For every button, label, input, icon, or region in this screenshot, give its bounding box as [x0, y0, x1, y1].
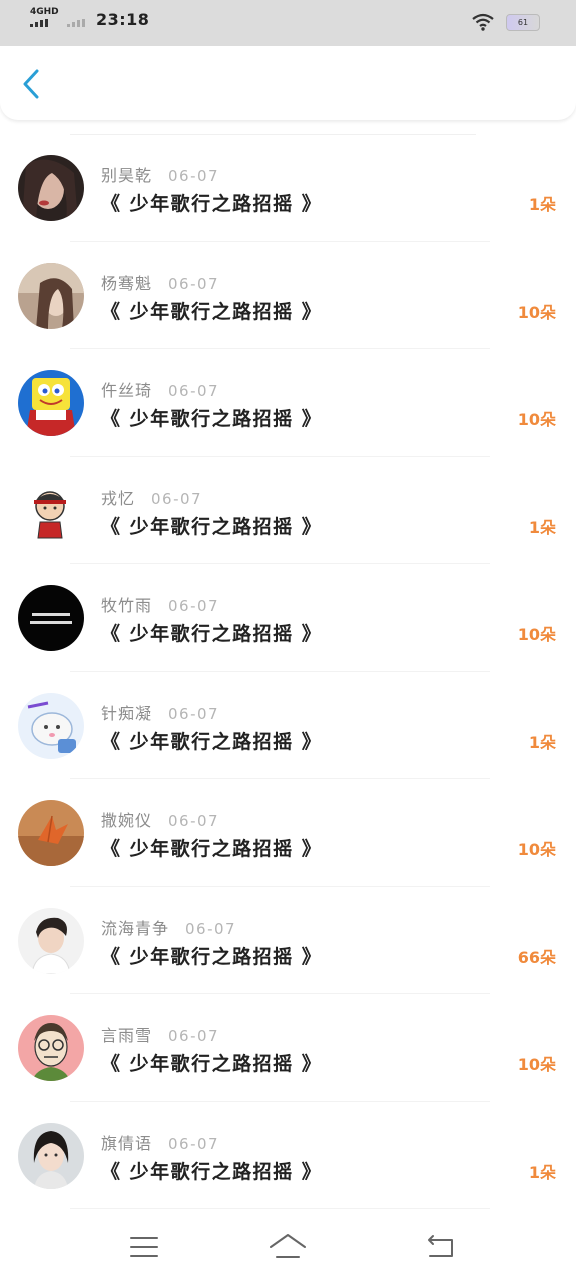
user-name: 仵丝琦	[101, 381, 153, 400]
book-title: 《 少年歌行之路招摇 》	[101, 623, 323, 645]
status-bar: 4GHD 23:18 61	[0, 0, 576, 46]
avatar	[18, 907, 84, 974]
list-item[interactable]: 针痴凝 06-07 《 少年歌行之路招摇 》 1朵	[0, 672, 576, 779]
book-title: 《 少年歌行之路招摇 》	[101, 945, 323, 968]
list-item[interactable]: 撒婉仪 06-07 《 少年歌行之路招摇 》 10朵	[0, 779, 576, 887]
avatar	[18, 1122, 84, 1189]
gift-count: 10朵	[517, 1055, 556, 1074]
wifi-icon	[472, 13, 494, 35]
user-name: 言雨雪	[101, 1026, 153, 1045]
gift-count: 1朵	[528, 517, 556, 537]
post-date: 06-07	[168, 597, 220, 615]
gift-count: 66朵	[517, 947, 556, 967]
avatar	[18, 477, 84, 544]
book-title: 《 少年歌行之路招摇 》	[101, 408, 323, 430]
avatar	[18, 1015, 84, 1081]
book-title: 《 少年歌行之路招摇 》	[101, 730, 323, 753]
user-name: 牧竹雨	[101, 596, 153, 615]
header	[0, 46, 576, 120]
signal-strength-icon	[30, 19, 48, 27]
book-title: 《 少年歌行之路招摇 》	[101, 838, 323, 860]
user-name: 杨骞魁	[101, 273, 153, 293]
post-date: 06-07	[168, 812, 220, 830]
avatar	[18, 800, 84, 866]
avatar	[18, 692, 84, 759]
back-button[interactable]	[14, 66, 48, 102]
post-date: 06-07	[168, 274, 220, 293]
status-time: 23:18	[96, 10, 150, 29]
avatar	[18, 155, 84, 221]
item-meta: 旗倩语 06-07	[101, 1130, 219, 1154]
signal-strength-secondary-icon	[66, 19, 85, 27]
list-item[interactable]: 杨骞魁 06-07 《 少年歌行之路招摇 》 10朵	[0, 242, 576, 349]
user-name: 别昊乾	[101, 166, 153, 185]
user-name: 针痴凝	[101, 703, 153, 723]
item-meta: 仵丝琦 06-07	[101, 377, 219, 401]
user-name: 流海青争	[101, 918, 170, 938]
list-item[interactable]: 牧竹雨 06-07 《 少年歌行之路招摇 》 10朵	[0, 564, 576, 672]
user-name: 戎忆	[101, 488, 136, 508]
book-title: 《 少年歌行之路招摇 》	[101, 193, 323, 215]
item-meta: 针痴凝 06-07	[101, 700, 219, 724]
list-item[interactable]: 旗倩语 06-07 《 少年歌行之路招摇 》 1朵	[0, 1102, 576, 1209]
post-date: 06-07	[185, 919, 237, 938]
network-type-label: 4GHD	[30, 7, 59, 17]
post-date: 06-07	[168, 382, 220, 400]
book-title: 《 少年歌行之路招摇 》	[101, 1160, 323, 1183]
avatar	[18, 585, 84, 651]
book-title: 《 少年歌行之路招摇 》	[101, 1053, 323, 1075]
book-title: 《 少年歌行之路招摇 》	[101, 300, 323, 323]
avatar	[18, 262, 84, 329]
item-meta: 牧竹雨 06-07	[101, 592, 219, 616]
signal-indicators: 4GHD	[30, 8, 85, 27]
system-nav-bar	[0, 1218, 576, 1280]
back-nav-button[interactable]	[420, 1230, 460, 1264]
menu-button[interactable]	[124, 1230, 164, 1264]
gift-count: 1朵	[528, 732, 556, 752]
battery-icon: 61	[506, 14, 540, 31]
post-date: 06-07	[168, 167, 220, 185]
item-meta: 言雨雪 06-07	[101, 1022, 219, 1046]
gift-count: 1朵	[528, 1162, 556, 1182]
divider	[70, 1208, 490, 1209]
menu-icon	[130, 1237, 158, 1257]
gift-count: 10朵	[517, 410, 556, 429]
list-item[interactable]: 流海青争 06-07 《 少年歌行之路招摇 》 66朵	[0, 887, 576, 994]
item-meta: 别昊乾 06-07	[101, 162, 219, 186]
post-date: 06-07	[168, 1027, 220, 1045]
post-date: 06-07	[168, 704, 220, 723]
user-name: 撒婉仪	[101, 811, 153, 830]
user-name: 旗倩语	[101, 1133, 153, 1153]
post-date: 06-07	[151, 489, 203, 508]
list-item[interactable]: 仵丝琦 06-07 《 少年歌行之路招摇 》 10朵	[0, 349, 576, 457]
gift-record-list: 别昊乾 06-07 《 少年歌行之路招摇 》 1朵 杨骞魁 06-07 《 少年…	[0, 134, 576, 1209]
home-button[interactable]	[268, 1230, 308, 1264]
item-meta: 戎忆 06-07	[101, 485, 202, 509]
item-meta: 杨骞魁 06-07	[101, 270, 219, 294]
gift-count: 10朵	[517, 302, 556, 322]
post-date: 06-07	[168, 1134, 220, 1153]
book-title: 《 少年歌行之路招摇 》	[101, 515, 323, 538]
gift-count: 10朵	[517, 840, 556, 859]
item-meta: 撒婉仪 06-07	[101, 807, 219, 831]
list-item[interactable]: 言雨雪 06-07 《 少年歌行之路招摇 》 10朵	[0, 994, 576, 1102]
back-arrow-icon	[428, 1235, 453, 1257]
list-item[interactable]: 别昊乾 06-07 《 少年歌行之路招摇 》 1朵	[0, 134, 576, 242]
item-meta: 流海青争 06-07	[101, 915, 236, 939]
list-item[interactable]: 戎忆 06-07 《 少年歌行之路招摇 》 1朵	[0, 457, 576, 564]
avatar	[18, 370, 84, 436]
chevron-left-icon	[23, 69, 39, 99]
gift-count: 1朵	[528, 195, 556, 214]
gift-count: 10朵	[517, 625, 556, 644]
home-icon	[270, 1234, 306, 1258]
